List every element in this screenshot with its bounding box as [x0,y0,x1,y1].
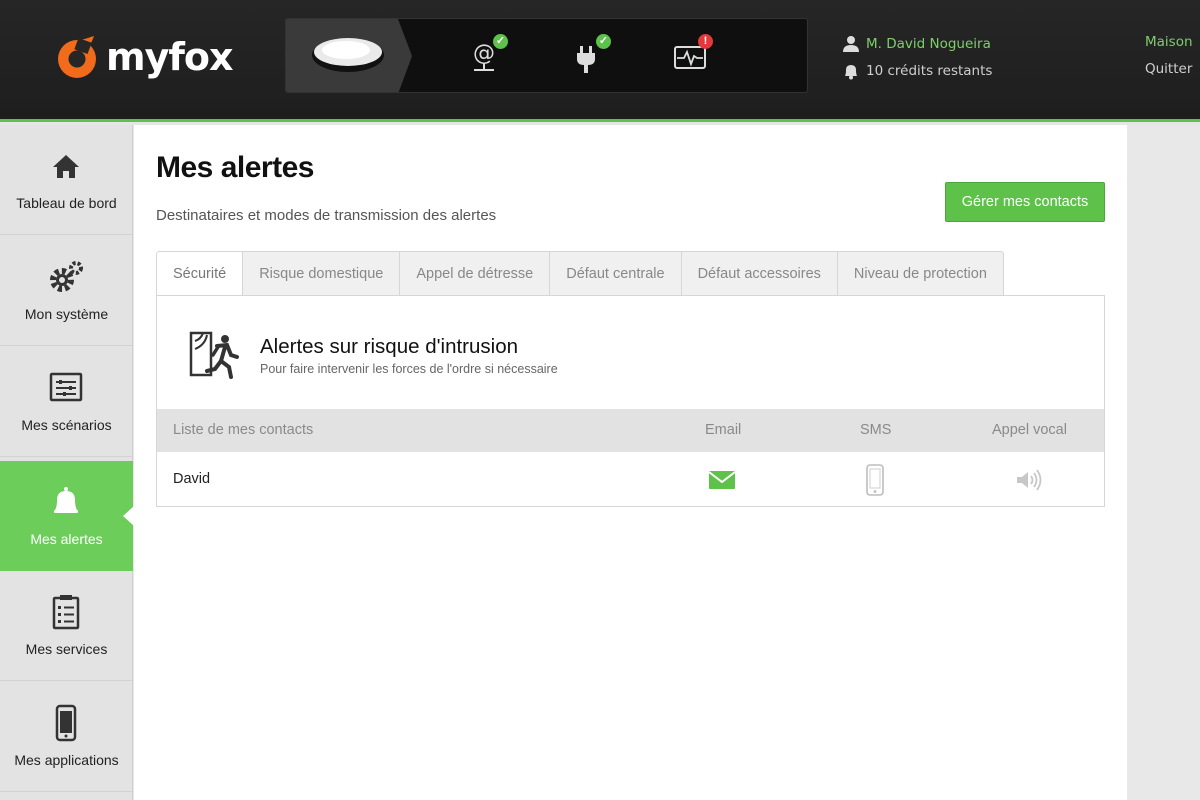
checklist-icon [52,595,80,630]
sidebar-item-alerts[interactable]: Mes alertes [0,461,134,571]
column-header-voice: Appel vocal [992,422,1067,438]
tab-protection-level[interactable]: Niveau de protection [837,251,1004,296]
intrusion-icon [189,331,239,379]
fox-logo-icon [54,34,100,80]
sidebar-item-applications[interactable]: Mes applications [0,682,133,792]
table-row: David [157,452,1104,506]
home-links: Maison Quitter [1145,34,1193,81]
tab-accessory-fault[interactable]: Défaut accessoires [681,251,838,296]
column-header-contacts: Liste de mes contacts [173,422,314,438]
gears-icon [50,261,83,292]
sidebar-item-label: Mes alertes [30,531,103,547]
alert-description: Pour faire intervenir les forces de l'or… [260,362,558,376]
sidebar-item-scenarios[interactable]: Mes scénarios [0,347,133,457]
contacts-table-header: Liste de mes contacts Email SMS Appel vo… [157,409,1104,452]
device-status-bar: @ ✓ ✓ ! [285,18,808,93]
monitor-status-icon[interactable]: ! [671,34,713,77]
sidebar-item-label: Mon système [24,306,109,322]
user-info: M. David Nogueira 10 crédits restants [842,34,992,88]
tab-security[interactable]: Sécurité [156,251,244,296]
top-header: myfox @ ✓ ✓ ! M. David Nogueira 10 crédi… [0,0,1200,122]
sidebar-item-dashboard[interactable]: Tableau de bord [0,125,133,235]
manage-contacts-button[interactable]: Gérer mes contacts [945,182,1105,222]
home-link[interactable]: Maison [1145,34,1193,54]
contact-name: David [173,471,211,487]
central-unit-device[interactable] [286,19,414,92]
sliders-icon [49,372,83,402]
right-gutter [1127,125,1200,800]
power-status-icon[interactable]: ✓ [569,34,611,77]
sidebar-item-label: Mes services [25,641,108,657]
svg-text:@: @ [473,41,495,66]
ok-badge-icon: ✓ [596,34,611,49]
main-content: Mes alertes Destinataires et modes de tr… [134,125,1127,800]
ok-badge-icon: ✓ [493,34,508,49]
error-badge-icon: ! [698,34,713,49]
sidebar-item-services[interactable]: Mes services [0,571,133,681]
page-title: Mes alertes [156,151,314,184]
user-icon [843,36,859,52]
sidebar-item-label: Tableau de bord [16,195,117,211]
logo-text: myfox [106,35,234,79]
sidebar-nav: Tableau de bord Mon système Mes scénario… [0,125,134,800]
sms-phone-icon[interactable] [865,464,885,496]
bell-icon [54,487,78,513]
column-header-email: Email [705,422,742,438]
credits-text: 10 crédits restants [866,63,993,79]
email-icon[interactable] [709,471,735,489]
home-icon [53,155,79,178]
column-header-sms: SMS [860,422,892,438]
user-name-link[interactable]: M. David Nogueira [866,36,991,52]
logout-link[interactable]: Quitter [1145,61,1193,81]
tab-domestic-risk[interactable]: Risque domestique [243,251,401,296]
alert-tabs: Sécurité Risque domestique Appel de détr… [156,251,1004,296]
myfox-logo[interactable]: myfox [54,34,234,80]
internet-status-icon[interactable]: @ ✓ [466,34,508,77]
alert-title: Alertes sur risque d'intrusion [260,335,519,358]
phone-icon [55,704,77,742]
sidebar-item-label: Mes applications [14,752,119,768]
page-subtitle: Destinataires et modes de transmission d… [156,207,497,224]
sidebar-item-system[interactable]: Mon système [0,236,133,346]
tab-central-fault[interactable]: Défaut centrale [550,251,682,296]
sidebar-item-label: Mes scénarios [21,417,112,433]
speaker-icon[interactable] [1015,469,1043,491]
bell-icon [845,65,857,80]
alert-header: Alertes sur risque d'intrusion Pour fair… [157,296,1104,409]
tab-distress-call[interactable]: Appel de détresse [400,251,551,296]
alert-panel: Alertes sur risque d'intrusion Pour fair… [156,295,1105,507]
